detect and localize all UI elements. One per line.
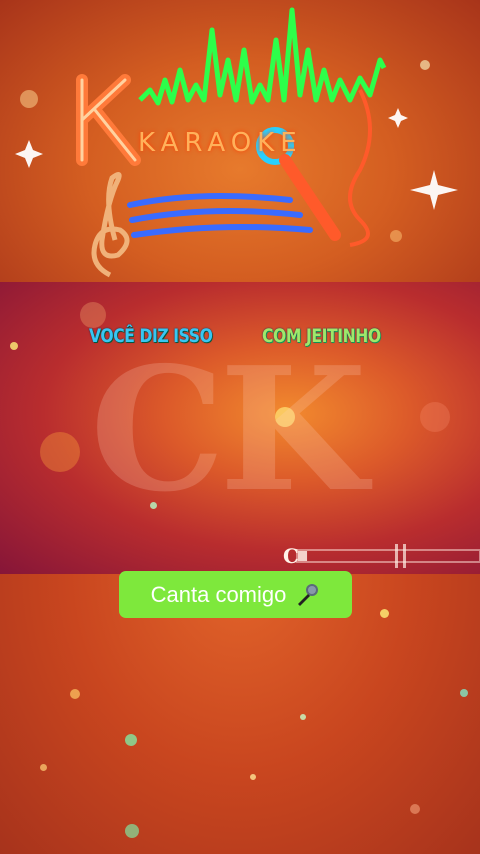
progress-indicator: C: [283, 544, 480, 568]
treble-clef-graphic: [91, 172, 130, 278]
microphone-icon: [298, 583, 319, 606]
lyric-upcoming: COM JEITINHO: [262, 325, 381, 347]
progress-fill: [298, 551, 308, 561]
progress-track: [296, 549, 480, 563]
sing-along-button[interactable]: Canta comigo: [119, 571, 352, 618]
sound-wave-graphic: [138, 7, 387, 106]
lyric-sung: VOCÊ DIZ ISSO: [89, 325, 213, 347]
sing-along-label: Canta comigo: [150, 581, 287, 607]
lyrics-line: VOCÊ DIZ ISSO COM JEITINHO: [0, 325, 480, 359]
ck-watermark: CK: [90, 330, 367, 530]
logo-banner: KARAOKE: [0, 0, 480, 282]
logo-title: KARAOKE: [138, 128, 303, 158]
